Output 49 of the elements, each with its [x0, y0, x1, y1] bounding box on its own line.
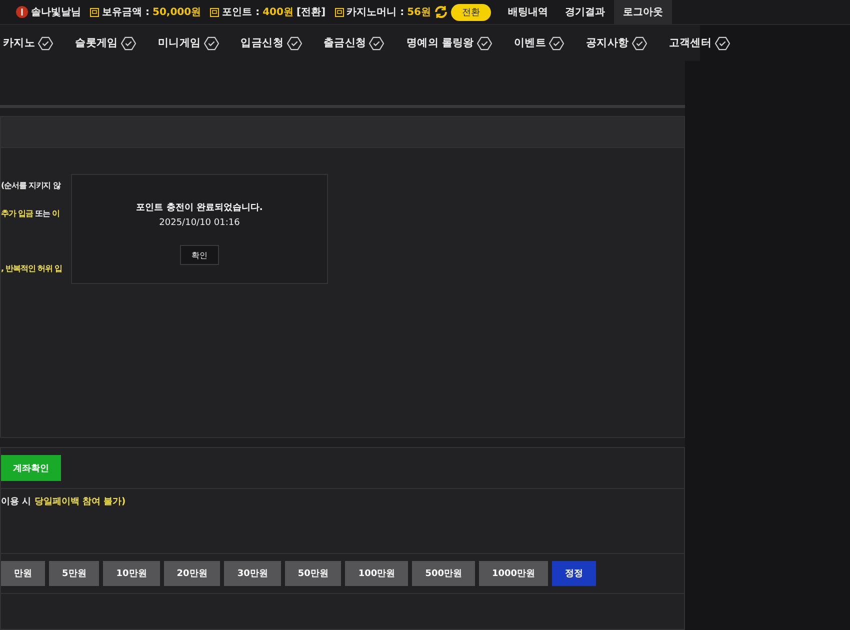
- notice-text: , 반복적인 허위 입: [1, 263, 63, 274]
- nav-item[interactable]: 명예의 롤링왕: [406, 36, 474, 50]
- notice-text: (순서를 지키지 않: [1, 180, 62, 191]
- point-convert-link[interactable]: [전환]: [296, 5, 326, 20]
- nav-item[interactable]: 카지노: [3, 36, 36, 50]
- amount-button[interactable]: 20만원: [164, 561, 220, 586]
- username: 솔나빛날님: [31, 6, 82, 20]
- check-icon: [286, 36, 302, 51]
- amount-button[interactable]: 5만원: [49, 561, 100, 586]
- convert-button[interactable]: 전환: [451, 4, 491, 21]
- amount-button[interactable]: 10만원: [103, 561, 160, 586]
- point-label: 포인트 :: [222, 6, 260, 20]
- refresh-icon[interactable]: [434, 5, 448, 20]
- nav-item[interactable]: 이벤트: [514, 36, 546, 50]
- amount-button[interactable]: 30만원: [224, 561, 281, 586]
- check-icon: [204, 36, 219, 51]
- casino-money-value: 56원: [407, 6, 431, 20]
- check-icon: [476, 36, 492, 51]
- nav-item[interactable]: 출금신청: [324, 36, 366, 50]
- check-icon: [120, 36, 136, 51]
- payback-note: 이용 시 당일페이백 참여 불가): [1, 496, 127, 508]
- logout-button[interactable]: 로그아웃: [614, 0, 672, 24]
- confirm-button[interactable]: 확인: [180, 245, 219, 265]
- balance-value: 50,000원: [152, 6, 202, 20]
- amount-button[interactable]: 50만원: [284, 561, 342, 586]
- dialog-time: 2025/10/10 01:16: [159, 218, 240, 228]
- notice-text: 추가 입금 또는 이: [1, 208, 60, 219]
- amount-button[interactable]: 만원: [1, 561, 45, 586]
- casino-money-label: 카지노머니 :: [346, 6, 404, 20]
- nav-item[interactable]: 고객센터: [668, 36, 712, 50]
- nav-item[interactable]: 공지사항: [586, 36, 629, 50]
- point-value: 400원: [262, 6, 294, 20]
- header-link[interactable]: 경기결과: [565, 5, 605, 20]
- check-icon: [549, 36, 564, 51]
- header-link[interactable]: 배팅내역: [508, 5, 548, 20]
- check-icon: [714, 36, 730, 51]
- check-icon: [632, 36, 647, 51]
- amount-button[interactable]: 1000만원: [478, 561, 548, 586]
- nav-item[interactable]: 슬롯게임: [75, 36, 118, 50]
- reset-button[interactable]: 정정: [552, 561, 596, 586]
- nav-item[interactable]: 미니게임: [158, 36, 201, 50]
- nav-item[interactable]: 입금신청: [240, 36, 284, 50]
- amount-button[interactable]: 500만원: [412, 561, 475, 586]
- dialog-message: 포인트 충전이 완료되었습니다.: [136, 202, 263, 214]
- alert-icon: [16, 6, 28, 18]
- check-icon: [38, 36, 54, 51]
- check-icon: [369, 36, 384, 51]
- balance-label: 보유금액 :: [102, 6, 150, 20]
- amount-button[interactable]: 100만원: [345, 561, 408, 586]
